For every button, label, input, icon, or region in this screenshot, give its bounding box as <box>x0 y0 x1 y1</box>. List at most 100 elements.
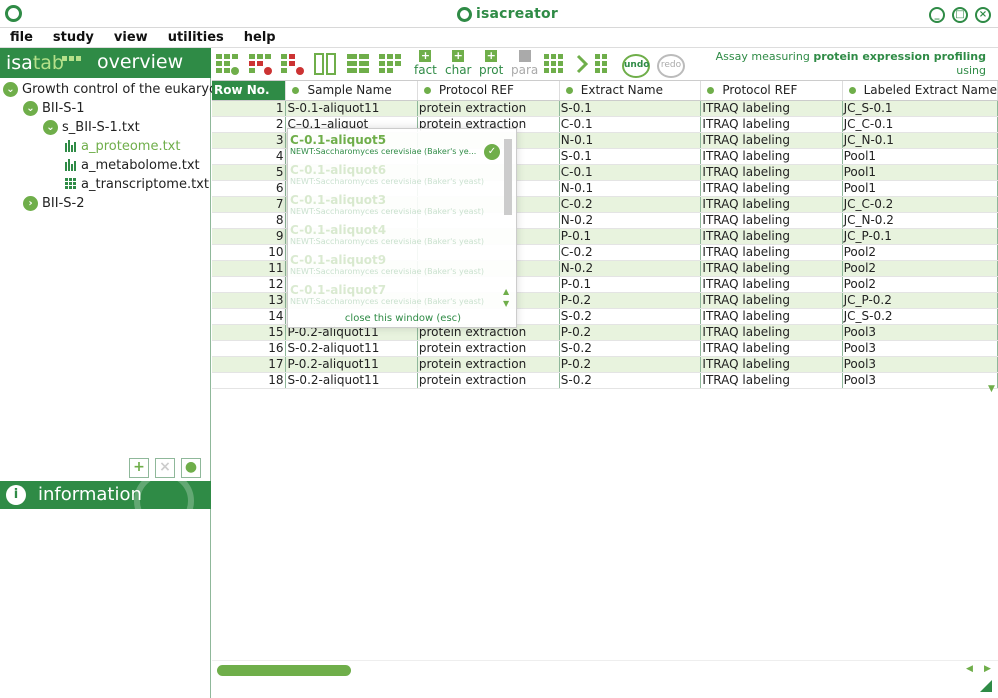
table-cell[interactable]: ITRAQ labeling <box>700 244 843 261</box>
table-cell[interactable]: ITRAQ labeling <box>700 164 843 181</box>
autocomplete-item[interactable]: C-0.1-aliquot7 NEWT:Saccharomyces cerevi… <box>290 283 495 313</box>
table-cell[interactable]: JC_S-0.1 <box>842 100 998 117</box>
column-header-protocol-ref[interactable]: Protocol REF <box>417 81 560 101</box>
table-cell[interactable]: Pool2 <box>842 260 998 277</box>
table-cell[interactable]: P-0.2 <box>559 292 702 309</box>
table-cell[interactable]: ITRAQ labeling <box>700 340 843 357</box>
table-cell[interactable]: JC_N-0.1 <box>842 132 998 149</box>
table-cell[interactable]: ITRAQ labeling <box>700 196 843 213</box>
remove-column-icon[interactable] <box>280 52 304 76</box>
table-cell[interactable]: ITRAQ labeling <box>700 116 843 133</box>
close-popup-link[interactable]: close this window (esc) <box>288 313 518 324</box>
table-cell[interactable]: ITRAQ labeling <box>700 180 843 197</box>
table-cell[interactable]: C-0.1 <box>559 116 702 133</box>
table-row[interactable]: 18 S-0.2-aliquot11 protein extraction S-0.2… <box>212 372 998 389</box>
horizontal-scrollbar[interactable]: ◀ ▶ <box>212 660 998 678</box>
table-cell[interactable]: ITRAQ labeling <box>700 132 843 149</box>
table-cell[interactable]: ITRAQ labeling <box>700 100 843 117</box>
table-cell[interactable]: Pool2 <box>842 276 998 293</box>
tree-item-assay-proteome[interactable]: a_proteome.txt <box>65 137 180 155</box>
table-cell[interactable]: Pool3 <box>842 324 998 341</box>
add-characteristic-button[interactable]: + char <box>445 50 472 78</box>
table-cell[interactable]: protein extraction <box>417 356 560 373</box>
remove-study-button[interactable]: × <box>155 458 175 478</box>
table-cell[interactable]: P-0.2 <box>559 324 702 341</box>
table-cell[interactable]: C-0.2 <box>559 244 702 261</box>
table-cell[interactable]: JC_C-0.2 <box>842 196 998 213</box>
table-cell[interactable]: protein extraction <box>417 340 560 357</box>
add-protocol-button[interactable]: + prot <box>479 50 503 78</box>
table-cell[interactable]: ITRAQ labeling <box>700 324 843 341</box>
collapse-icon[interactable]: ⌄ <box>3 81 18 97</box>
table-cell[interactable]: protein extraction <box>417 372 560 389</box>
tree-item-investigation[interactable]: ⌄ Growth control of the eukaryote <box>3 80 230 98</box>
table-cell[interactable]: ITRAQ labeling <box>700 212 843 229</box>
table-cell[interactable]: N-0.1 <box>559 132 702 149</box>
table-cell[interactable]: S-0.2 <box>559 308 702 325</box>
transpose-icon[interactable] <box>542 52 566 76</box>
table-cell[interactable]: ITRAQ labeling <box>700 372 843 389</box>
table-cell[interactable]: ITRAQ labeling <box>700 228 843 245</box>
table-cell[interactable]: Pool1 <box>842 148 998 165</box>
popup-scroll-thumb[interactable] <box>504 139 512 215</box>
tree-item-assay-metabolome[interactable]: a_metabolome.txt <box>65 156 200 174</box>
minimize-button[interactable]: _ <box>929 7 945 23</box>
table-cell[interactable]: P-0.1 <box>559 276 702 293</box>
autocomplete-item[interactable]: C-0.1-aliquot4 NEWT:Saccharomyces cerevi… <box>290 223 495 253</box>
table-cell[interactable]: N-0.2 <box>559 260 702 277</box>
column-header-sample-name[interactable]: Sample Name <box>285 81 418 101</box>
row-number-header[interactable]: Row No. <box>212 81 287 101</box>
table-cell[interactable]: P-0.2-aliquot11 <box>285 356 418 373</box>
tree-item-study-bii-s-1[interactable]: ⌄ BII-S-1 <box>23 99 85 117</box>
scroll-down-icon[interactable]: ▼ <box>503 299 509 308</box>
table-cell[interactable]: S-0.2-aliquot11 <box>285 340 418 357</box>
autocomplete-item[interactable]: C-0.1-aliquot6 NEWT:Saccharomyces cerevi… <box>290 163 495 193</box>
scroll-down-arrow-icon[interactable]: ▼ <box>988 384 995 394</box>
table-row[interactable]: 17 P-0.2-aliquot11 protein extraction P-0.2… <box>212 356 998 373</box>
table-cell[interactable]: ITRAQ labeling <box>700 276 843 293</box>
table-cell[interactable]: S-0.2 <box>559 340 702 357</box>
menu-study[interactable]: study <box>43 30 104 45</box>
table-cell[interactable]: ITRAQ labeling <box>700 356 843 373</box>
table-cell[interactable]: N-0.2 <box>559 212 702 229</box>
menu-help[interactable]: help <box>234 30 286 45</box>
table-cell[interactable]: P-0.2 <box>559 356 702 373</box>
multiple-sort-icon[interactable] <box>346 52 370 76</box>
collapse-icon[interactable]: ⌄ <box>23 100 38 116</box>
tree-item-assay-transcriptome[interactable]: a_transcriptome.txt <box>65 175 209 193</box>
table-row[interactable]: 16 S-0.2-aliquot11 protein extraction S-0.2… <box>212 340 998 357</box>
copy-rows-icon[interactable] <box>378 52 402 76</box>
table-cell[interactable]: ITRAQ labeling <box>700 260 843 277</box>
autocomplete-item[interactable]: C-0.1-aliquot3 NEWT:Saccharomyces cerevi… <box>290 193 495 223</box>
table-cell[interactable]: JC_C-0.1 <box>842 116 998 133</box>
popup-scrollbar[interactable]: ▲ ▼ <box>503 139 512 308</box>
undo-button[interactable]: undo <box>622 54 650 78</box>
table-cell[interactable]: Pool1 <box>842 164 998 181</box>
add-factor-button[interactable]: + fact <box>414 50 437 78</box>
autocomplete-item[interactable]: C-0.1-aliquot9 NEWT:Saccharomyces cerevi… <box>290 253 495 283</box>
menu-view[interactable]: view <box>104 30 158 45</box>
table-cell[interactable]: S-0.1-aliquot11 <box>285 100 418 117</box>
add-parameter-button[interactable]: para <box>511 50 538 77</box>
resize-grip-icon[interactable] <box>978 678 994 694</box>
column-header-protocol-ref-2[interactable]: Protocol REF <box>700 81 843 101</box>
table-cell[interactable]: JC_S-0.2 <box>842 308 998 325</box>
column-header-extract-name[interactable]: Extract Name <box>559 81 702 101</box>
table-cell[interactable]: Pool3 <box>842 340 998 357</box>
scroll-right-icon[interactable]: ▶ <box>984 664 991 674</box>
remove-row-icon[interactable] <box>248 52 272 76</box>
table-cell[interactable]: S-0.2-aliquot11 <box>285 372 418 389</box>
expand-icon[interactable]: › <box>23 195 38 211</box>
table-cell[interactable]: protein extraction <box>417 100 560 117</box>
table-cell[interactable]: Pool3 <box>842 372 998 389</box>
table-cell[interactable]: S-0.2 <box>559 372 702 389</box>
table-cell[interactable]: S-0.1 <box>559 148 702 165</box>
scroll-up-icon[interactable]: ▲ <box>503 287 509 296</box>
table-cell[interactable]: Pool3 <box>842 356 998 373</box>
add-study-button[interactable]: + <box>129 458 149 478</box>
close-button[interactable]: × <box>975 7 991 23</box>
chevron-right-icon[interactable] <box>570 52 594 76</box>
table-cell[interactable]: S-0.1 <box>559 100 702 117</box>
horizontal-scroll-thumb[interactable] <box>217 665 351 676</box>
table-cell[interactable]: Pool2 <box>842 244 998 261</box>
